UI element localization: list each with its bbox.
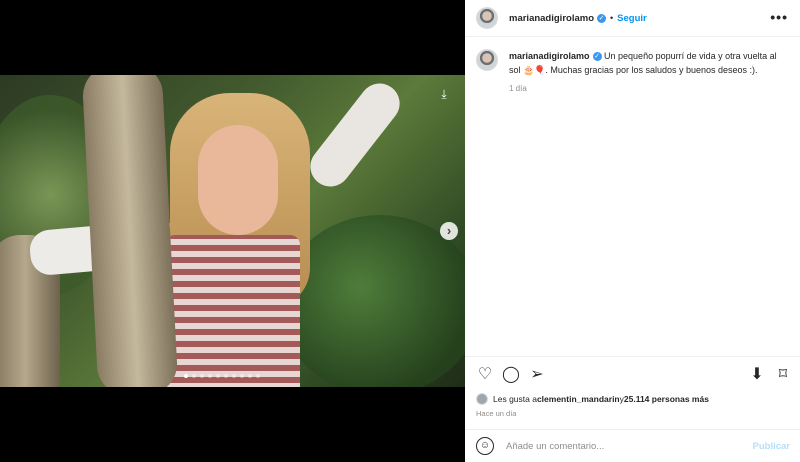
separator: • xyxy=(610,13,614,23)
photo-arm xyxy=(302,75,408,195)
action-bar: ♡ ◯ ➢ ⬇ ⌑ xyxy=(465,356,800,394)
caption-username[interactable]: marianadigirolamo xyxy=(509,51,590,61)
liker-username[interactable]: clementin_mandarin xyxy=(537,394,620,404)
photo-face xyxy=(198,125,278,235)
save-to-collection-icon[interactable]: ⬇ xyxy=(748,366,766,384)
carousel-dot xyxy=(256,374,260,378)
media-panel: ⤓ › xyxy=(0,0,465,462)
like-icon[interactable]: ♡ xyxy=(476,366,494,384)
carousel-dot xyxy=(208,374,212,378)
photo-tree-trunk xyxy=(81,75,179,387)
carousel-dot xyxy=(224,374,228,378)
download-icon[interactable]: ⤓ xyxy=(435,85,453,103)
publish-button[interactable]: Publicar xyxy=(753,441,791,452)
carousel-dots xyxy=(184,374,260,378)
post-timestamp[interactable]: Hace un día xyxy=(476,409,516,418)
likes-count[interactable]: 25.114 personas más xyxy=(624,394,709,404)
verified-badge-icon: ✓ xyxy=(592,52,602,62)
username-link[interactable]: marianadigirolamo xyxy=(509,13,594,24)
carousel-next-button[interactable]: › xyxy=(440,222,458,240)
verified-badge-icon: ✓ xyxy=(597,13,606,23)
carousel-dot xyxy=(192,374,196,378)
likes-summary: Les gusta a clementin_mandarin y 25.114 … xyxy=(476,393,709,405)
bookmark-icon[interactable]: ⌑ xyxy=(774,366,792,384)
post-header: marianadigirolamo ✓ • Seguir ••• xyxy=(465,0,800,37)
liker-avatar[interactable] xyxy=(476,393,488,405)
follow-button[interactable]: Seguir xyxy=(617,13,647,24)
emoji-icon[interactable]: ☺ xyxy=(476,437,494,455)
caption: marianadigirolamo ✓ Un pequeño popurrí de… xyxy=(476,49,791,96)
carousel-dot xyxy=(240,374,244,378)
caption-text: marianadigirolamo ✓ Un pequeño popurrí de… xyxy=(509,49,789,96)
share-icon[interactable]: ➢ xyxy=(528,366,546,384)
post-photo[interactable] xyxy=(0,75,465,387)
comment-input[interactable] xyxy=(506,440,726,452)
carousel-dot xyxy=(216,374,220,378)
carousel-dot xyxy=(184,374,188,378)
avatar[interactable] xyxy=(476,49,498,71)
carousel-dot xyxy=(248,374,252,378)
caption-timestamp[interactable]: 1 día xyxy=(509,82,789,96)
comment-box: ☺ Publicar xyxy=(465,429,800,462)
photo-shirt xyxy=(165,235,300,387)
likes-prefix: Les gusta a xyxy=(493,394,537,404)
carousel-dot xyxy=(200,374,204,378)
carousel-dot xyxy=(232,374,236,378)
more-options-icon[interactable]: ••• xyxy=(770,9,788,25)
comment-icon[interactable]: ◯ xyxy=(502,366,520,384)
post-sidebar: marianadigirolamo ✓ • Seguir ••• mariana… xyxy=(465,0,800,462)
avatar[interactable] xyxy=(476,7,498,29)
